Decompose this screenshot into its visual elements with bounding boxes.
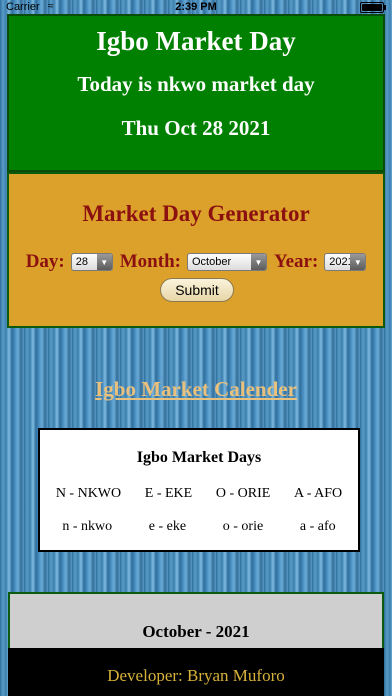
month-select-value: October (191, 256, 232, 268)
year-label: Year: (273, 251, 319, 272)
month-select[interactable]: October ▼ (186, 253, 267, 271)
month-heading: October - 2021 (142, 622, 250, 641)
app-title: Igbo Market Day (96, 26, 296, 56)
calendar-month-header: October - 2021 (8, 592, 384, 652)
market-day-generator: Market Day Generator Day: 28 ▼ Month: Oc… (7, 172, 385, 328)
month-label: Month: (119, 251, 181, 272)
today-market-day: Today is nkwo market day (77, 72, 315, 96)
legend-item: a - afo (299, 519, 336, 534)
legend-item: A - AFO (293, 486, 343, 501)
legend-item: N - NKWO (55, 486, 122, 501)
status-time: 2:39 PM (175, 1, 217, 13)
current-date: Thu Oct 28 2021 (121, 116, 271, 140)
day-select[interactable]: 28 ▼ (70, 253, 113, 271)
submit-button[interactable]: Submit (160, 278, 234, 302)
header-panel: Igbo Market Day Today is nkwo market day… (7, 14, 385, 172)
market-days-lower-row: n - nkwo e - eke o - orie a - afo (40, 519, 358, 535)
legend-item: O - ORIE (215, 486, 271, 501)
generator-inputs: Day: 28 ▼ Month: October ▼ Year: 2021 ▼ (9, 250, 383, 274)
legend-item: E - EKE (144, 486, 193, 501)
market-calendar-link[interactable]: Igbo Market Calender (0, 376, 392, 402)
year-select[interactable]: 2021 ▼ (324, 253, 367, 271)
market-days-title: Igbo Market Days (136, 449, 262, 466)
market-days-legend: Igbo Market Days N - NKWO E - EKE O - OR… (38, 428, 360, 552)
legend-item: e - eke (148, 519, 187, 534)
developer-credit: Developer: Bryan Muforo (107, 666, 285, 685)
chevron-down-icon: ▼ (350, 254, 366, 270)
legend-item: o - orie (222, 519, 264, 534)
legend-item: n - nkwo (62, 519, 113, 534)
day-label: Day: (25, 251, 65, 272)
footer: Developer: Bryan Muforo (8, 648, 384, 696)
market-days-upper-row: N - NKWO E - EKE O - ORIE A - AFO (40, 486, 358, 502)
day-select-value: 28 (75, 256, 88, 268)
chevron-down-icon: ▼ (96, 254, 112, 270)
battery-icon (360, 2, 386, 13)
chevron-down-icon: ▼ (250, 254, 266, 270)
generator-title: Market Day Generator (82, 201, 310, 226)
status-bar: Carrier ≈ 2:39 PM (0, 0, 392, 14)
